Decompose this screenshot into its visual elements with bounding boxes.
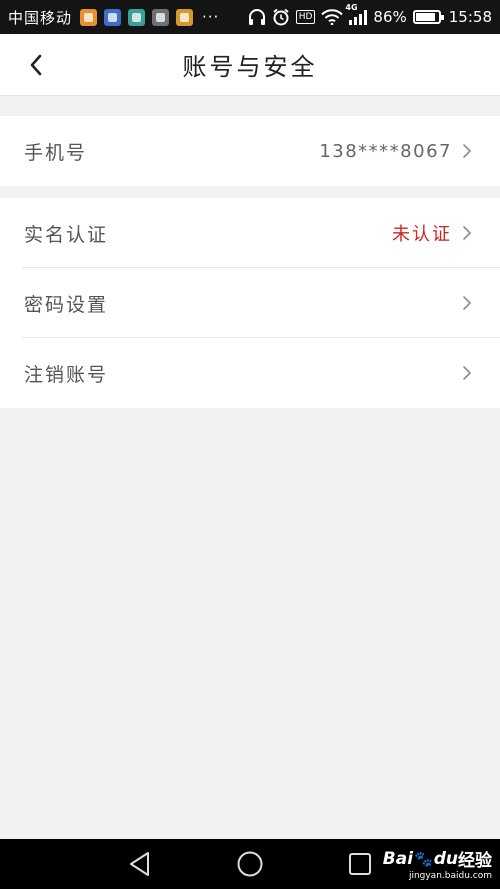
- battery-percent: 86%: [373, 8, 407, 26]
- app-notification-icon: [80, 8, 98, 26]
- battery-icon: [412, 10, 444, 24]
- headphones-icon: [248, 9, 265, 25]
- chevron-left-icon: [30, 54, 42, 76]
- cellular-signal-icon: 4G: [345, 3, 368, 25]
- status-time: 15:58: [448, 8, 492, 26]
- nav-recents-button[interactable]: [344, 849, 376, 879]
- battery-fill: [415, 13, 435, 21]
- nav-header: 账号与安全: [0, 34, 500, 96]
- status-bar: 中国移动 ··· HD 4G 86% 15:58: [0, 0, 500, 34]
- baidu-paw-logo-icon: 🐾: [414, 849, 433, 868]
- map-pin-icon: [128, 8, 146, 26]
- nav-back-button[interactable]: [124, 849, 156, 879]
- mail-icon: [176, 8, 194, 26]
- baidu-paw-icon: [104, 8, 122, 26]
- phone-number-value: 138****8067: [319, 140, 452, 162]
- settings-group-security: 实名认证 未认证 密码设置 注销账号: [0, 198, 500, 408]
- password-settings-row[interactable]: 密码设置: [0, 268, 500, 338]
- chevron-right-icon: [463, 226, 471, 240]
- system-nav-bar: Bai 🐾 du 经验 jingyan.baidu.com: [0, 839, 500, 889]
- hd-voice-icon: HD: [295, 10, 316, 24]
- baidu-jingyan-watermark: Bai 🐾 du 经验: [382, 848, 492, 872]
- phone-number-row[interactable]: 手机号 138****8067: [0, 116, 500, 186]
- system-icons: HD 4G 86% 15:58: [248, 3, 492, 26]
- watermark-url: jingyan.baidu.com: [408, 871, 492, 881]
- real-name-verification-row[interactable]: 实名认证 未认证: [0, 198, 500, 268]
- chevron-right-icon: [463, 144, 471, 158]
- row-label: 注销账号: [24, 363, 109, 386]
- row-label: 手机号: [24, 141, 88, 164]
- row-label: 密码设置: [24, 293, 109, 316]
- network-type-label: 4G: [345, 3, 358, 12]
- carrier-name: 中国移动: [8, 8, 73, 27]
- page-title: 账号与安全: [182, 53, 318, 81]
- alarm-clock-icon: [273, 8, 289, 26]
- back-button[interactable]: [16, 46, 56, 84]
- row-label: 实名认证: [24, 223, 109, 246]
- settings-group-phone: 手机号 138****8067: [0, 116, 500, 186]
- chevron-right-icon: [463, 296, 471, 310]
- image-icon: [152, 8, 170, 26]
- notification-icons: ···: [80, 8, 219, 26]
- circle-home-icon: [237, 851, 263, 877]
- verification-status: 未认证: [392, 224, 452, 245]
- nav-home-button[interactable]: [234, 849, 266, 879]
- triangle-back-icon: [130, 852, 149, 876]
- chevron-right-icon: [463, 366, 471, 380]
- cancel-account-row[interactable]: 注销账号: [0, 338, 500, 408]
- wifi-icon: [321, 9, 344, 25]
- square-recents-icon: [349, 853, 371, 875]
- more-notifications-icon: ···: [202, 8, 220, 26]
